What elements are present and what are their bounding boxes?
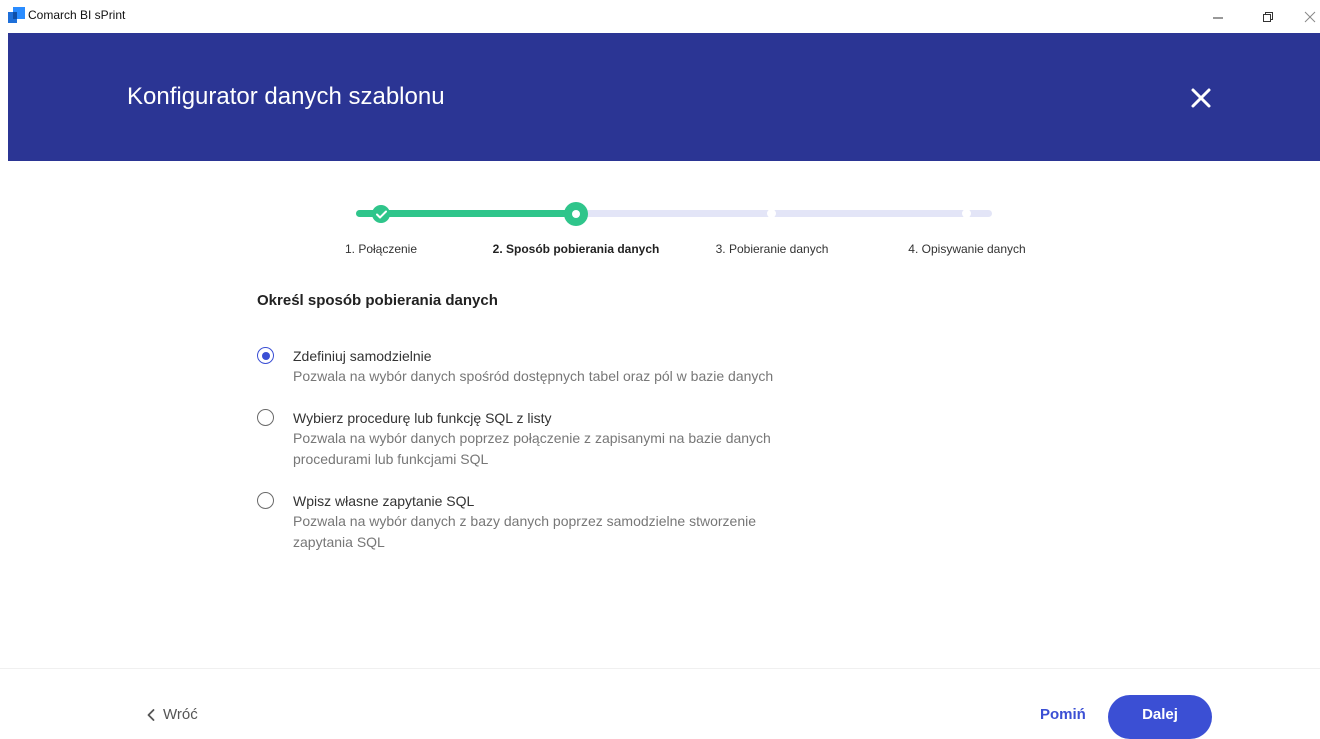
next-button[interactable]: Dalej xyxy=(1108,695,1212,739)
close-button[interactable] xyxy=(1184,81,1218,115)
restore-button[interactable] xyxy=(1258,7,1278,27)
step-label-fetching: 3. Pobieranie danych xyxy=(715,242,829,256)
option-description: Pozwala na wybór danych poprzez połączen… xyxy=(293,430,771,467)
minimize-icon xyxy=(1213,17,1223,19)
chevron-left-icon xyxy=(147,708,155,721)
dialog-header: Konfigurator danych szablonu xyxy=(8,33,1320,161)
step-label-describing: 4. Opisywanie danych xyxy=(908,242,1026,256)
window-close-icon xyxy=(1304,11,1316,23)
option-title: Wybierz procedurę lub funkcję SQL z list… xyxy=(293,410,552,426)
option-description: Pozwala na wybór danych z bazy danych po… xyxy=(293,513,757,550)
option-description: Pozwala na wybór danych spośród dostępny… xyxy=(293,368,774,384)
wizard-stepper: 1. Połączenie 2. Sposób pobierania danyc… xyxy=(0,195,1320,265)
next-button-label: Dalej xyxy=(1142,706,1178,723)
radio-define-manually[interactable] xyxy=(257,347,274,364)
skip-button[interactable]: Pomiń xyxy=(1040,706,1086,723)
app-logo-icon xyxy=(8,7,25,23)
footer-divider xyxy=(0,668,1320,669)
window-close-button[interactable] xyxy=(1302,7,1318,27)
option-title: Zdefiniuj samodzielnie xyxy=(293,348,432,364)
step-label-connection[interactable]: 1. Połączenie xyxy=(345,242,417,256)
close-icon xyxy=(1191,88,1211,108)
step-3-marker xyxy=(767,209,776,218)
option-title: Wpisz własne zapytanie SQL xyxy=(293,493,475,509)
back-button[interactable]: Wróć xyxy=(147,706,198,723)
radio-custom-sql[interactable] xyxy=(257,492,274,509)
window-titlebar: Comarch BI sPrint xyxy=(0,0,1320,33)
back-button-label: Wróć xyxy=(163,706,198,723)
step-label-method[interactable]: 2. Sposób pobierania danych xyxy=(493,242,660,256)
minimize-button[interactable] xyxy=(1208,7,1228,27)
step-2-active-marker xyxy=(564,202,588,226)
app-title: Comarch BI sPrint xyxy=(28,8,126,22)
page-title: Konfigurator danych szablonu xyxy=(127,83,445,110)
check-icon xyxy=(375,210,387,218)
radio-select-procedure[interactable] xyxy=(257,409,274,426)
step-1-done-marker xyxy=(372,205,390,223)
step-4-marker xyxy=(962,209,971,218)
section-title: Określ sposób pobierania danych xyxy=(257,292,498,309)
restore-icon xyxy=(1263,12,1273,22)
